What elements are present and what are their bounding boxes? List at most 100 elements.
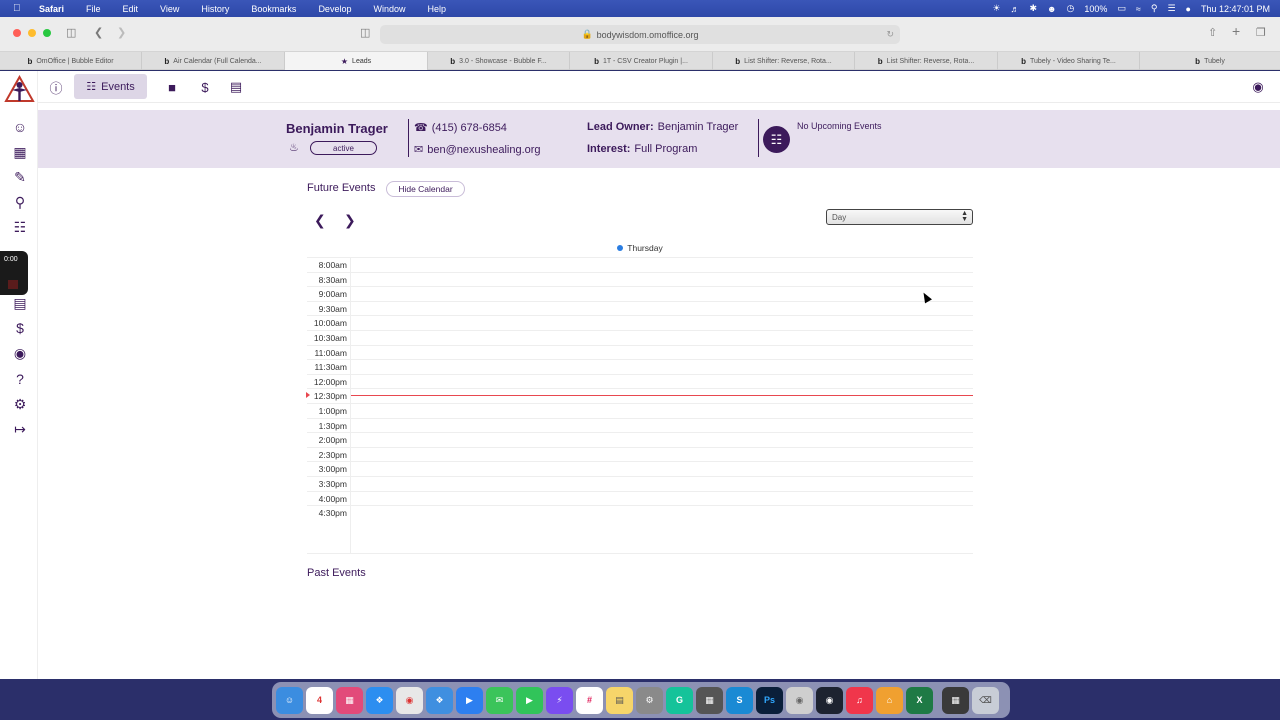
tab-list-shifter-2[interactable]: b List Shifter: Reverse, Rota... xyxy=(855,52,998,70)
apple-icon[interactable]:  xyxy=(13,3,27,14)
payments-icon[interactable]: $ xyxy=(199,77,211,97)
hide-calendar-button[interactable]: Hide Calendar xyxy=(386,181,465,197)
zoom-window-button[interactable] xyxy=(43,29,51,37)
time-slot[interactable]: 10:30am xyxy=(307,330,973,345)
menu-file[interactable]: File xyxy=(86,4,101,14)
inbox-icon[interactable]: ▤ xyxy=(11,294,29,312)
skype-icon[interactable]: S xyxy=(726,686,753,714)
time-slot[interactable]: 8:30am xyxy=(307,271,973,287)
events-tab[interactable]: ☷ Events xyxy=(74,74,147,99)
menu-clock[interactable]: Thu 12:47:01 PM xyxy=(1201,4,1270,14)
photoshop-icon[interactable]: Ps xyxy=(756,686,783,714)
time-slot[interactable]: 12:00pm xyxy=(307,373,973,389)
volume-icon[interactable]: ♬ xyxy=(1010,4,1019,14)
screen-recording-widget[interactable]: 0:00 xyxy=(0,251,28,295)
dashboard-icon[interactable]: ▦ xyxy=(11,143,29,161)
calendar-view-select[interactable]: Day ▲ ▼ xyxy=(826,209,973,225)
time-slot[interactable]: 11:30am xyxy=(307,359,973,374)
user-icon[interactable]: ☻ xyxy=(1047,4,1056,14)
menu-app-name[interactable]: Safari xyxy=(39,4,64,14)
time-slot[interactable]: 2:00pm xyxy=(307,432,973,447)
siri-icon[interactable]: ● xyxy=(1186,4,1191,14)
calendar-app-icon[interactable]: 4 xyxy=(306,686,333,714)
tab-showcase[interactable]: b 3.0 - Showcase - Bubble F... xyxy=(428,52,570,70)
time-slot[interactable]: 4:00pm xyxy=(307,490,973,506)
facetime-icon[interactable]: ▶ xyxy=(516,686,543,714)
logout-icon[interactable]: ↦ xyxy=(11,420,29,438)
launchpad-icon[interactable]: ▦ xyxy=(336,686,363,714)
messenger-icon[interactable]: ⚡ xyxy=(546,686,573,714)
tab-tubely-video[interactable]: b Tubely - Video Sharing Te... xyxy=(998,52,1140,70)
menu-view[interactable]: View xyxy=(160,4,179,14)
time-slot[interactable]: 1:30pm xyxy=(307,417,973,433)
screen-recorder-icon[interactable]: ◉ xyxy=(816,686,843,714)
downloads-stack-icon[interactable]: ▦ xyxy=(942,686,969,714)
status-badge[interactable]: active xyxy=(310,141,377,155)
messages-icon[interactable]: ✉ xyxy=(486,686,513,714)
tab-overview-icon[interactable]: ❐ xyxy=(1256,26,1266,39)
time-slot[interactable]: 10:00am xyxy=(307,315,973,330)
brightness-icon[interactable]: ☀ xyxy=(992,3,1000,14)
time-slot[interactable]: 1:00pm xyxy=(307,403,973,418)
tab-air-calendar[interactable]: b Air Calendar (Full Calenda... xyxy=(142,52,285,70)
forward-icon[interactable]: ❯ xyxy=(117,26,126,39)
menu-help[interactable]: Help xyxy=(427,4,446,14)
close-window-button[interactable] xyxy=(13,29,21,37)
lead-phone[interactable]: ☎ (415) 678-6854 xyxy=(414,121,507,135)
trash-icon[interactable]: ⌫ xyxy=(972,686,999,714)
next-day-icon[interactable]: ❯ xyxy=(344,212,356,229)
time-slot[interactable]: 3:30pm xyxy=(307,476,973,491)
fingerprint-icon[interactable]: ◉ xyxy=(11,344,29,362)
notes-icon[interactable]: ▤ xyxy=(606,686,633,714)
tab-list-shifter-1[interactable]: b List Shifter: Reverse, Rota... xyxy=(713,52,855,70)
sidebar-toggle-icon[interactable]: ◫ xyxy=(66,26,76,39)
camera-icon[interactable]: ◉ xyxy=(1250,77,1266,97)
calculator-icon[interactable]: ▦ xyxy=(696,686,723,714)
time-slot[interactable]: 2:30pm xyxy=(307,446,973,462)
home-icon[interactable]: ⌂ xyxy=(876,686,903,714)
back-icon[interactable]: ❮ xyxy=(94,26,103,39)
tab-leads[interactable]: ★ Leads xyxy=(285,52,428,70)
address-bar[interactable]: 🔒 bodywisdom.omoffice.org ↻ xyxy=(380,25,900,44)
share-icon[interactable]: ⇧ xyxy=(1208,26,1217,39)
menu-edit[interactable]: Edit xyxy=(123,4,139,14)
dropbox-icon[interactable]: ❖ xyxy=(426,686,453,714)
control-center-icon[interactable]: ☰ xyxy=(1167,3,1175,14)
safari-icon[interactable]: ❖ xyxy=(366,686,393,714)
menu-history[interactable]: History xyxy=(201,4,229,14)
tab-csv-creator[interactable]: b 1T - CSV Creator Plugin |... xyxy=(570,52,713,70)
stop-recording-icon[interactable] xyxy=(8,280,18,289)
menu-window[interactable]: Window xyxy=(373,4,405,14)
time-slot[interactable]: 3:00pm xyxy=(307,461,973,476)
new-tab-icon[interactable]: + xyxy=(1232,23,1240,39)
chrome-icon[interactable]: ◉ xyxy=(396,686,423,714)
prev-day-icon[interactable]: ❮ xyxy=(314,212,326,229)
image-capture-icon[interactable]: ◉ xyxy=(786,686,813,714)
time-slot[interactable]: 9:00am xyxy=(307,286,973,301)
reload-icon[interactable]: ↻ xyxy=(886,29,894,40)
time-slot[interactable]: 9:30am xyxy=(307,300,973,316)
spotlight-icon[interactable]: ⚲ xyxy=(1151,3,1158,14)
wifi-icon[interactable]: ≈ xyxy=(1136,4,1141,14)
zoom-icon[interactable]: ▶ xyxy=(456,686,483,714)
note-icon[interactable]: ■ xyxy=(165,77,179,97)
user-edit-icon[interactable]: ✎ xyxy=(11,168,29,186)
omoffice-logo[interactable] xyxy=(4,75,35,106)
time-machine-icon[interactable]: ◷ xyxy=(1066,3,1074,14)
menu-bookmarks[interactable]: Bookmarks xyxy=(251,4,296,14)
system-preferences-icon[interactable]: ⚙ xyxy=(636,686,663,714)
music-icon[interactable]: ♫ xyxy=(846,686,873,714)
slack-icon[interactable]: # xyxy=(576,686,603,714)
grammarly-icon[interactable]: G xyxy=(666,686,693,714)
calendar-icon[interactable]: ☷ xyxy=(11,218,29,236)
time-slot[interactable]: 4:30pm xyxy=(307,505,973,520)
minimize-window-button[interactable] xyxy=(28,29,36,37)
help-icon[interactable]: ? xyxy=(11,370,29,388)
settings-gear-icon[interactable]: ⚙ xyxy=(11,395,29,413)
time-grid[interactable]: 8:00am 8:30am 9:00am 9:30am 10:00am 10:30am 11… xyxy=(306,257,973,554)
tab-tubely[interactable]: b Tubely xyxy=(1140,52,1280,70)
lead-email[interactable]: ✉ ben@nexushealing.org xyxy=(414,143,541,157)
finder-icon[interactable]: ☺ xyxy=(276,686,303,714)
privacy-shield-icon[interactable]: ◫ xyxy=(360,26,370,39)
time-slot[interactable]: 11:00am xyxy=(307,344,973,360)
